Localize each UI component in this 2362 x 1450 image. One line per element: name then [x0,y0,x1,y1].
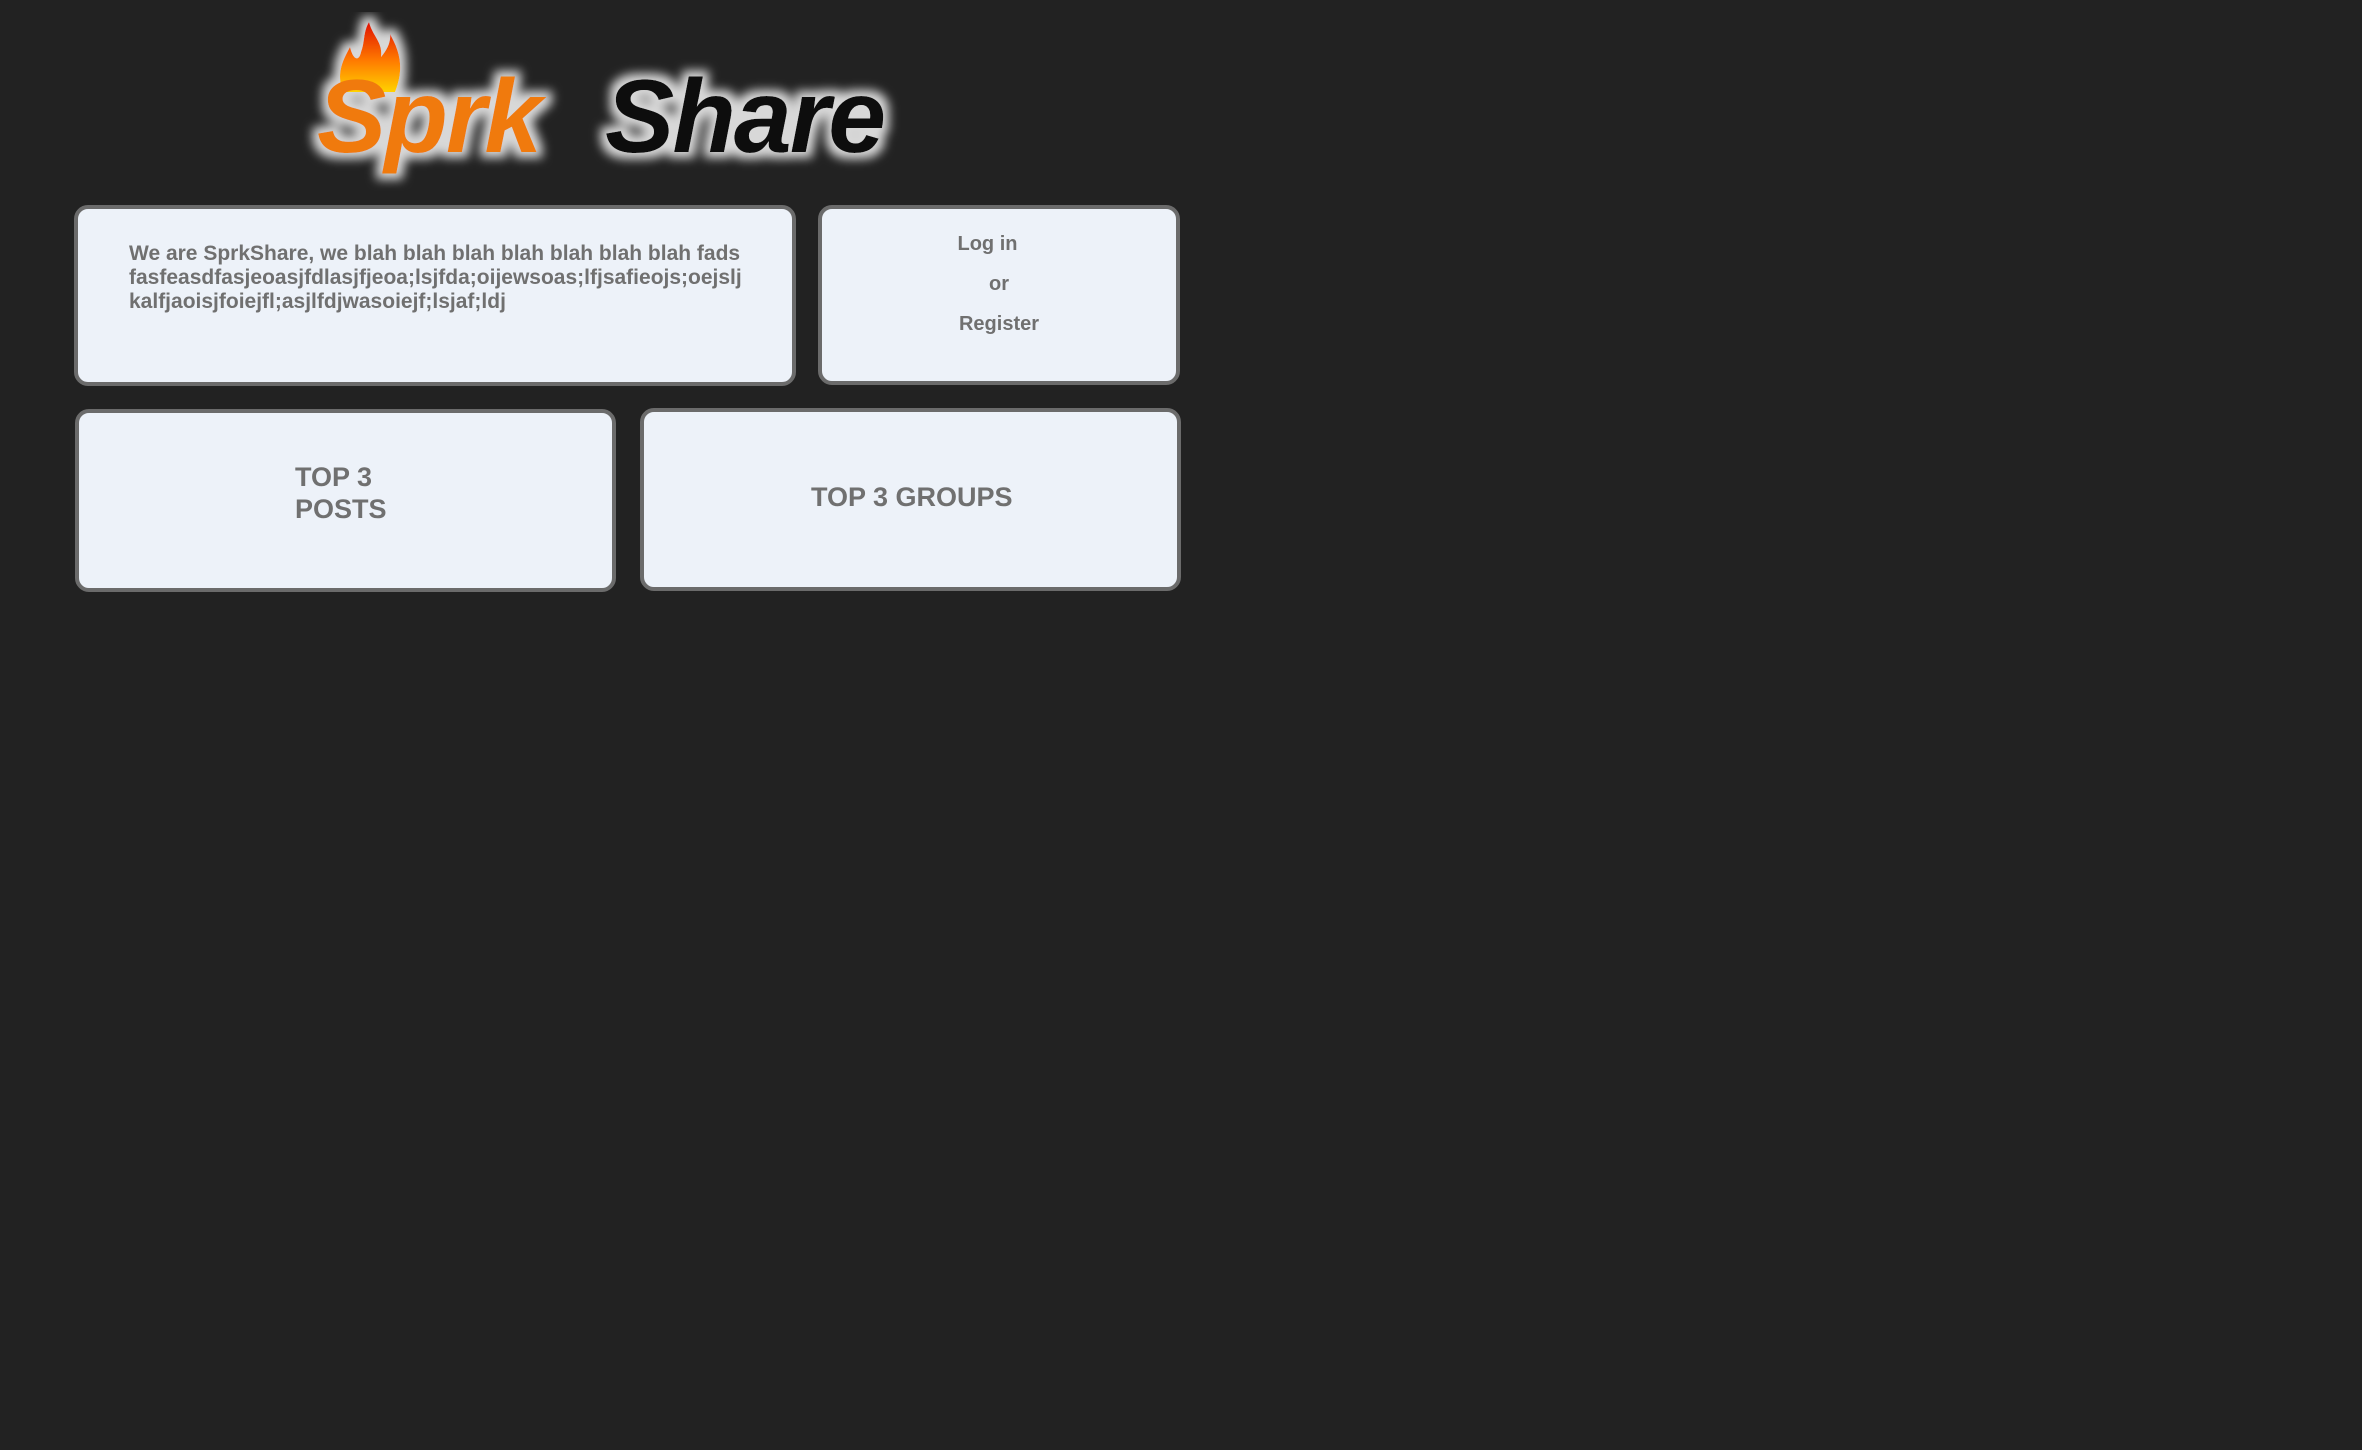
auth-panel: Log in or Register [818,205,1180,385]
login-link[interactable]: Log in [799,233,1176,256]
page: Sprk Share We are SprkShare, we blah bla… [0,0,2362,1450]
top-posts-panel: TOP 3 POSTS [75,409,616,592]
about-text: We are SprkShare, we blah blah blah blah… [129,242,742,313]
about-panel: We are SprkShare, we blah blah blah blah… [74,205,796,386]
top-posts-title: TOP 3 POSTS [295,462,387,524]
top-groups-title: TOP 3 GROUPS [811,482,1013,512]
top-groups-panel: TOP 3 GROUPS [640,408,1181,591]
logo-text-sprk: Sprk [317,59,547,175]
or-separator: or [989,273,1009,295]
sprkshare-logo[interactable]: Sprk Share [295,12,995,192]
register-link[interactable]: Register [822,313,1176,336]
logo-text-share: Share [605,59,884,175]
